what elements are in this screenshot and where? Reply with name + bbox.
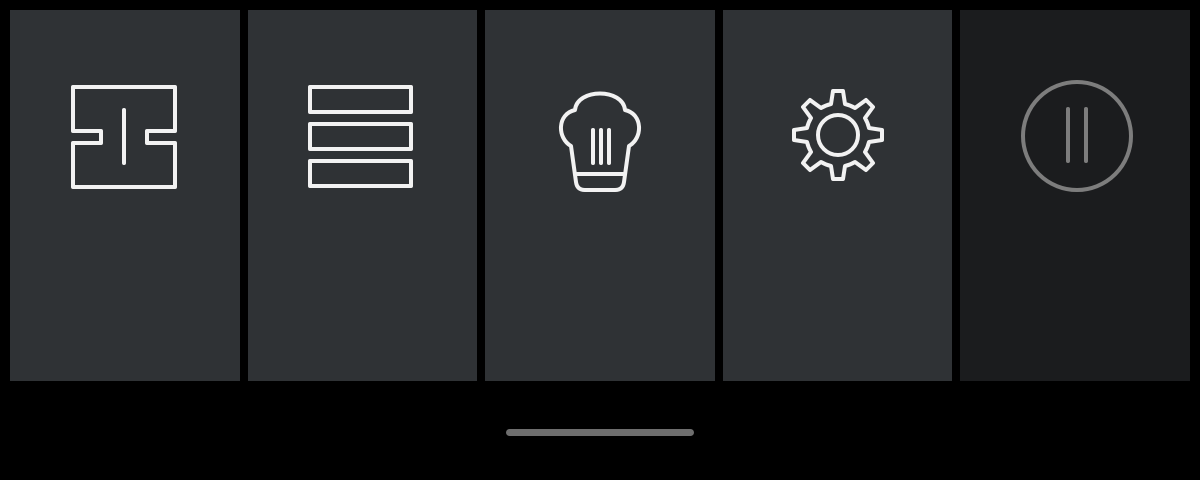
list-stack-icon — [297, 74, 427, 204]
tile-settings[interactable] — [722, 10, 953, 381]
tile-chef-mode[interactable] — [485, 10, 715, 381]
action-tile-row — [10, 10, 1190, 381]
home-indicator-bar[interactable] — [506, 429, 694, 436]
app-screen — [0, 0, 1200, 480]
gear-icon — [773, 74, 903, 204]
pause-circle-icon — [1010, 74, 1140, 204]
tile-pause[interactable] — [960, 10, 1190, 381]
chef-hat-icon — [535, 74, 665, 204]
tile-list-view[interactable] — [247, 10, 478, 381]
tile-split-view[interactable] — [10, 10, 240, 381]
split-layout-icon — [60, 74, 190, 204]
